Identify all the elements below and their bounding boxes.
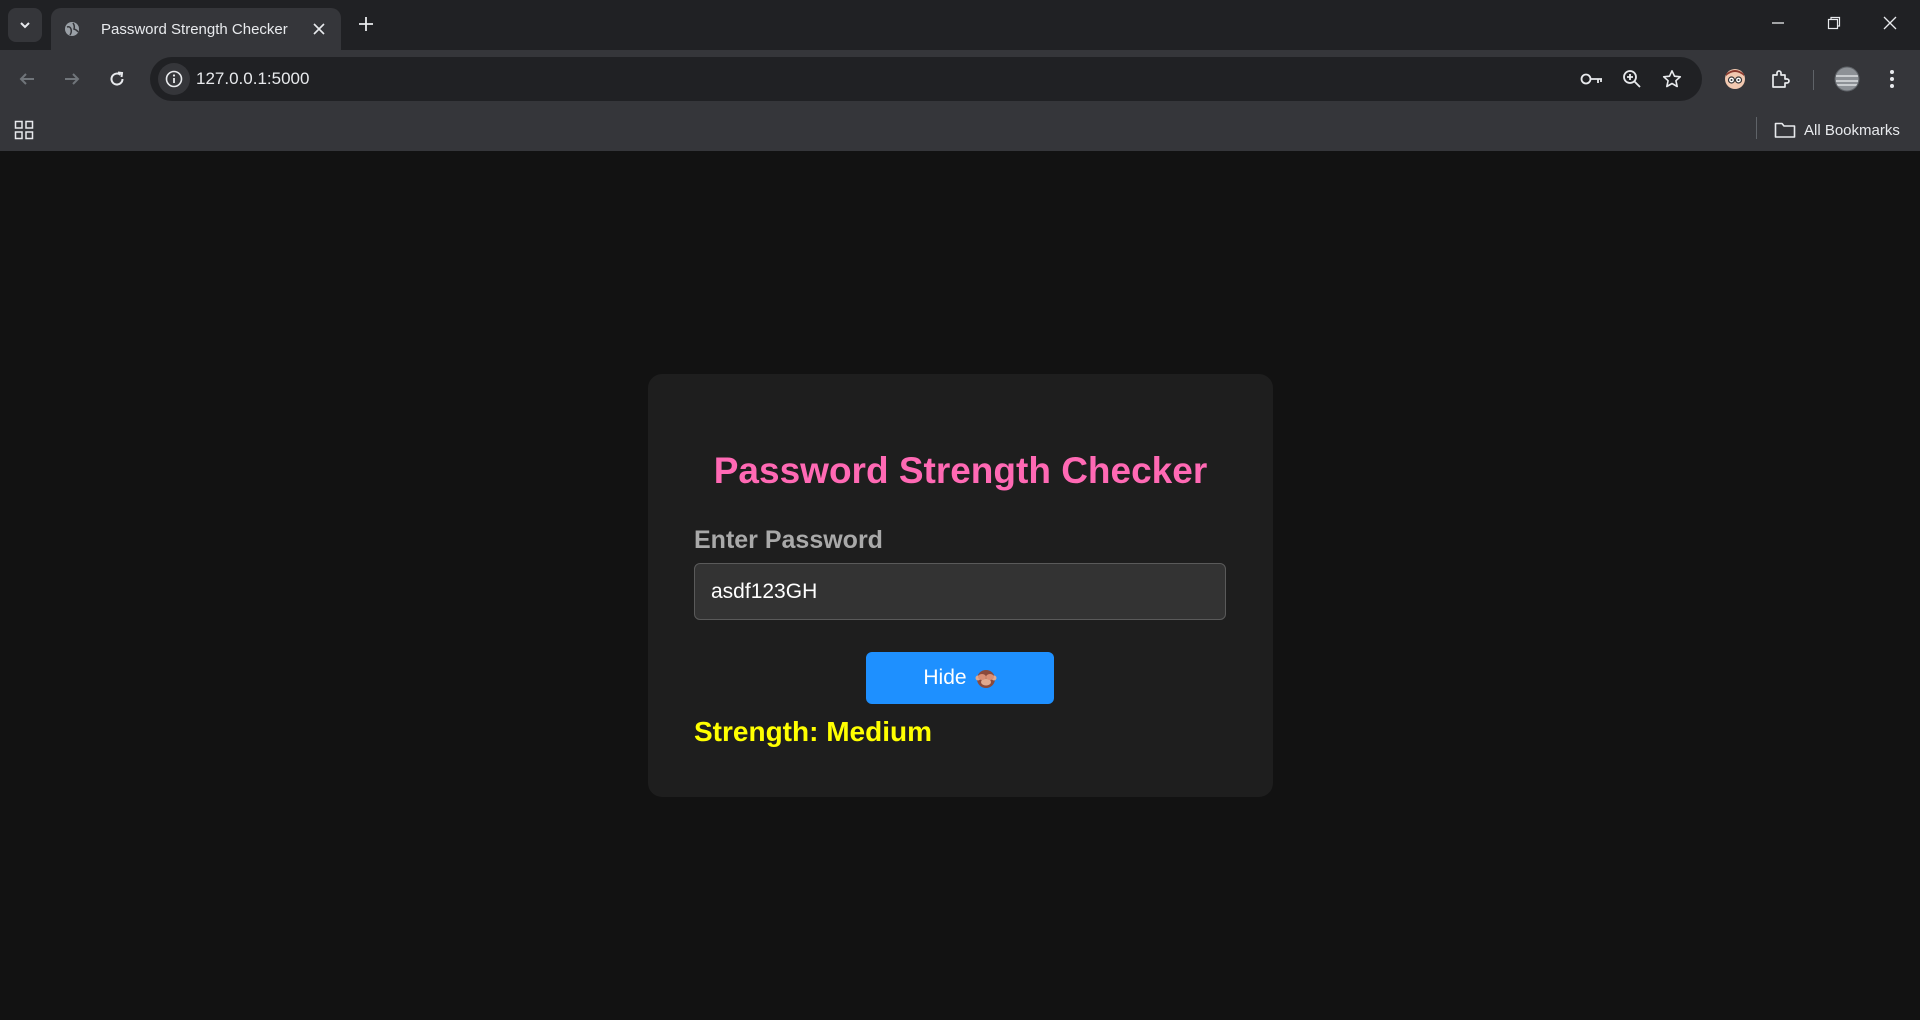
password-manager-button[interactable] <box>1578 65 1606 93</box>
browser-menu-button[interactable] <box>1875 62 1909 96</box>
close-icon[interactable] <box>309 19 329 39</box>
password-input[interactable] <box>694 563 1226 620</box>
tab-strip: Password Strength Checker <box>0 0 1920 50</box>
page-title: Password Strength Checker <box>713 450 1208 491</box>
apps-button[interactable] <box>10 116 38 144</box>
zoom-icon <box>1623 70 1641 88</box>
zoom-button[interactable] <box>1618 65 1646 93</box>
page-viewport: Password Strength Checker Enter Password… <box>0 151 1920 1020</box>
all-bookmarks-button[interactable]: All Bookmarks <box>1774 116 1900 144</box>
url-text: 127.0.0.1:5000 <box>196 69 310 88</box>
restore-button[interactable] <box>1806 0 1862 46</box>
address-bar[interactable]: 127.0.0.1:5000 <box>150 57 1702 101</box>
minimize-button[interactable] <box>1750 0 1806 46</box>
strength-indicator: Strength: Medium <box>694 716 932 747</box>
reload-button[interactable] <box>100 62 134 96</box>
new-tab-button[interactable] <box>352 10 380 38</box>
minimize-icon <box>1772 22 1784 24</box>
hide-button-label: Hide <box>923 666 967 689</box>
tab-title: Password Strength Checker <box>101 20 288 38</box>
key-icon <box>1580 73 1602 85</box>
site-info-button[interactable] <box>158 63 190 95</box>
back-arrow-icon <box>19 73 34 85</box>
browser-toolbar: 127.0.0.1:5000 <box>0 50 1920 108</box>
password-label: Enter Password <box>694 526 883 554</box>
profile-button[interactable] <box>1830 62 1864 96</box>
puzzle-icon <box>1772 70 1790 88</box>
bookmark-star-button[interactable] <box>1658 65 1686 93</box>
reload-icon <box>110 71 124 86</box>
plus-icon <box>359 17 373 31</box>
bookmarks-separator <box>1756 117 1757 139</box>
forward-button[interactable] <box>55 62 89 96</box>
back-button[interactable] <box>10 62 44 96</box>
hide-password-button[interactable]: Hide <box>866 652 1054 704</box>
profile-avatar-icon <box>1834 66 1860 92</box>
star-icon <box>1662 70 1682 88</box>
site-info-icon <box>165 70 183 88</box>
tab-search-button[interactable] <box>8 8 42 42</box>
window-close-button[interactable] <box>1862 0 1918 46</box>
globe-icon <box>63 20 81 38</box>
toolbar-separator <box>1813 70 1814 90</box>
kebab-menu-icon <box>1890 70 1894 88</box>
restore-icon <box>1827 16 1841 30</box>
active-tab[interactable]: Password Strength Checker <box>51 8 341 50</box>
see-no-evil-monkey-icon <box>975 667 997 689</box>
forward-arrow-icon <box>65 73 80 85</box>
bookmarks-bar: All Bookmarks <box>0 108 1920 151</box>
folder-icon <box>1774 122 1796 138</box>
extension-button[interactable] <box>1718 62 1752 96</box>
extensions-menu-button[interactable] <box>1764 62 1798 96</box>
all-bookmarks-label: All Bookmarks <box>1804 121 1900 139</box>
tab-search-icon <box>20 22 30 29</box>
password-checker-card: Password Strength Checker Enter Password… <box>648 374 1273 797</box>
extension-avatar-icon <box>1725 69 1745 89</box>
apps-grid-icon <box>14 120 34 140</box>
window-close-icon <box>1883 16 1897 30</box>
